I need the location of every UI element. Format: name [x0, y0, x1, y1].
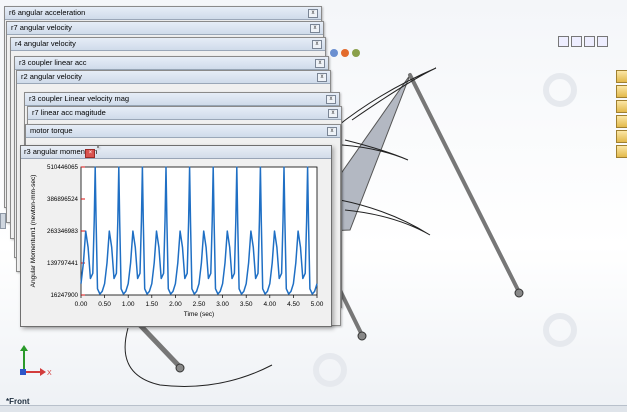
appearances-tab-icon[interactable] — [616, 130, 627, 143]
y-tick-label: 139797441 — [47, 260, 79, 267]
x-tick-label: 4.00 — [263, 301, 276, 308]
y-tick-label: 16247900 — [50, 292, 78, 299]
plot-window-r3-angular-momentum[interactable]: r3 angular momentum × 0.00 0.50 1.00 1.50 2.… — [20, 145, 332, 327]
x-axis-label: X — [47, 370, 52, 377]
x-tick-label: 1.00 — [122, 301, 135, 308]
x-tick-label: 5.00 — [311, 301, 324, 308]
custom-properties-tab-icon[interactable] — [616, 145, 627, 158]
view-toolbar — [330, 49, 360, 57]
plot-window-title: r7 angular velocity x — [7, 22, 323, 35]
close-icon[interactable]: x — [317, 73, 327, 82]
graphics-viewport[interactable]: r6 angular acceleration x r7 angular velo… — [0, 0, 627, 412]
y-tick-label: 386896524 — [47, 196, 79, 203]
pivot-middle[interactable] — [357, 331, 367, 341]
plot-window-title: r6 angular acceleration x — [5, 7, 321, 20]
x-tick-label: 1.50 — [145, 301, 158, 308]
design-library-tab-icon[interactable] — [616, 85, 627, 98]
tile-icon[interactable] — [571, 36, 582, 47]
close-icon[interactable]: x — [308, 9, 318, 18]
x-tick-label: 2.00 — [169, 301, 182, 308]
y-tick-label: 263346983 — [47, 228, 79, 235]
close-icon[interactable]: x — [315, 59, 325, 68]
link-right[interactable] — [408, 73, 521, 294]
x-axis-arrowhead — [40, 368, 46, 376]
x-tick-label: 0.00 — [75, 301, 88, 308]
axis-triad: X — [20, 345, 52, 377]
z-axis-dot — [20, 369, 26, 375]
y-axis-arrowhead — [20, 345, 28, 351]
y-tick-label: 510446065 — [47, 164, 79, 171]
x-tick-label: 3.50 — [240, 301, 253, 308]
scene-icon[interactable] — [352, 49, 360, 57]
close-icon[interactable]: x — [327, 127, 337, 136]
pivot-bottom[interactable] — [175, 363, 185, 373]
close-icon[interactable]: × — [85, 149, 96, 158]
file-explorer-tab-icon[interactable] — [616, 100, 627, 113]
angular-momentum-chart: 0.00 0.50 1.00 1.50 2.00 2.50 3.00 3.50 4.00 4.50… — [30, 164, 324, 318]
trace-curve-bottom — [124, 327, 273, 387]
appearance-icon[interactable] — [341, 49, 349, 57]
x-axis-title: Time (sec) — [184, 311, 214, 318]
plot-window-title: r4 angular velocity x — [11, 38, 325, 51]
plot-window-title: r3 angular momentum × — [21, 146, 331, 159]
view-palette-tab-icon[interactable] — [616, 115, 627, 128]
plot-window-title: r2 angular velocity x — [17, 71, 330, 84]
y-axis-title: Angular Momentum1 (newton-mm-sec) — [30, 175, 37, 288]
close-icon[interactable]: x — [328, 109, 338, 118]
plot-area — [80, 166, 318, 296]
plot-window-title: r7 linear acc magitude x — [28, 107, 341, 120]
x-tick-label: 3.00 — [216, 301, 229, 308]
x-tick-label: 2.50 — [193, 301, 206, 308]
restore-icon[interactable] — [558, 36, 569, 47]
display-style-icon[interactable] — [330, 49, 338, 57]
minimize-icon[interactable] — [584, 36, 595, 47]
link-bottom[interactable] — [137, 322, 183, 370]
close-icon[interactable]: x — [310, 24, 320, 33]
pivot-right[interactable] — [514, 288, 524, 298]
x-tick-label: 0.50 — [98, 301, 111, 308]
plot-window-title: motor torque x — [26, 125, 340, 138]
watermark — [313, 73, 577, 387]
x-tick-label: 4.50 — [287, 301, 300, 308]
plot-window-title: r3 coupler linear acc x — [15, 57, 328, 70]
resources-tab-icon[interactable] — [616, 70, 627, 83]
close-icon[interactable]: x — [326, 95, 336, 104]
maximize-icon[interactable] — [597, 36, 608, 47]
task-pane-tabs — [616, 70, 627, 158]
window-controls — [558, 36, 608, 48]
close-icon[interactable]: x — [312, 40, 322, 49]
plot-window-title: r3 coupler Linear velocity mag x — [25, 93, 339, 106]
